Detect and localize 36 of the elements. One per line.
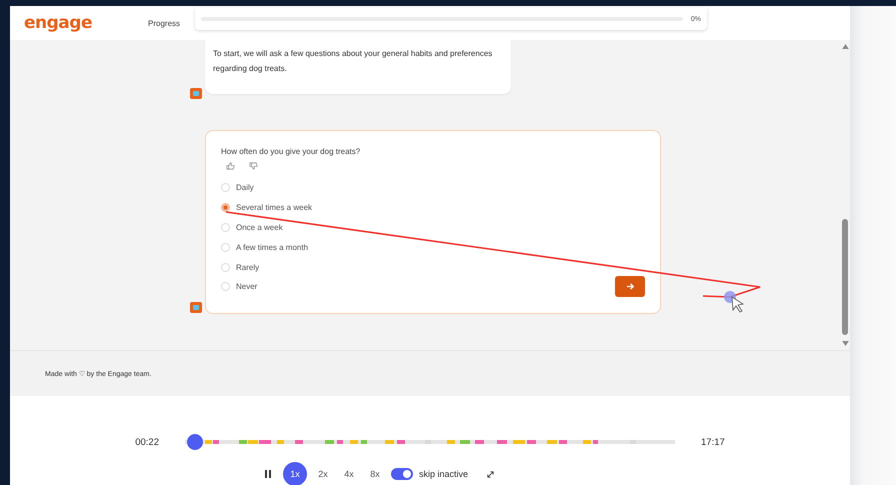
speed-button[interactable]: 1x [282, 462, 307, 485]
speed-button[interactable]: 8x [364, 464, 385, 484]
option-label[interactable]: Several times a week [236, 203, 312, 212]
progress-label: Progress [148, 18, 182, 28]
pause-icon[interactable] [264, 470, 271, 478]
skip-inactive-label: skip inactive [418, 469, 468, 479]
thumbs-down-icon[interactable] [249, 162, 258, 170]
radio-button[interactable] [221, 282, 230, 292]
radio-button[interactable] [221, 183, 230, 192]
total-time: 17:17 [701, 436, 725, 448]
fullscreen-icon[interactable] [486, 470, 496, 478]
next-button[interactable] [615, 276, 645, 297]
bot-avatar-icon [190, 88, 202, 100]
radio-button[interactable] [221, 203, 230, 212]
speed-button[interactable]: 4x [338, 464, 359, 484]
option-label[interactable]: Rarely [236, 262, 260, 272]
timeline-thumb[interactable] [187, 434, 204, 450]
speed-button[interactable]: 2x [312, 464, 333, 484]
radio-button[interactable] [221, 222, 230, 232]
question-text: How often do you give your dog treats? [221, 147, 362, 156]
cursor-icon [732, 296, 744, 313]
message-text: To start, we will ask a few questions about your general habits and preferences regarding dog treats. [213, 48, 494, 75]
engage-logo: engage [24, 13, 93, 33]
thumbs-up-icon[interactable] [226, 162, 235, 170]
current-time: 00:22 [135, 436, 159, 448]
option-label[interactable]: Daily [236, 183, 254, 192]
radio-button[interactable] [221, 242, 230, 252]
radio-button[interactable] [221, 262, 230, 272]
scroll-up-icon[interactable] [842, 44, 848, 49]
option-label[interactable]: Once a week [236, 222, 283, 232]
scroll-down-icon[interactable] [842, 341, 848, 346]
arrow-right-icon [626, 282, 634, 291]
option-label[interactable]: Never [236, 282, 258, 292]
bot-avatar-icon [190, 302, 202, 314]
scrollbar-thumb[interactable] [842, 219, 848, 335]
option-label[interactable]: A few times a month [236, 242, 308, 252]
